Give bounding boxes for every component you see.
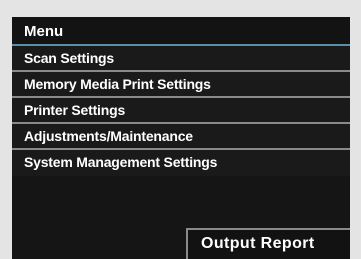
menu-title: Menu: [24, 23, 64, 40]
menu-item-label: Adjustments/Maintenance: [24, 128, 193, 144]
menu-item-adjustments-maintenance[interactable]: Adjustments/Maintenance: [12, 124, 350, 150]
printer-lcd-screen: Menu Scan Settings Memory Media Print Se…: [12, 17, 350, 259]
menu-item-label: Printer Settings: [24, 102, 126, 118]
menu-item-scan-settings[interactable]: Scan Settings: [12, 46, 350, 72]
menu-item-label: Memory Media Print Settings: [24, 76, 211, 92]
menu-item-system-management-settings[interactable]: System Management Settings: [12, 150, 350, 176]
menu-header: Menu: [12, 17, 350, 46]
output-report-button[interactable]: Output Report: [186, 228, 350, 259]
menu-item-label: Scan Settings: [24, 50, 114, 66]
output-report-label: Output Report: [201, 235, 315, 252]
menu-list: Scan Settings Memory Media Print Setting…: [12, 46, 350, 176]
menu-item-printer-settings[interactable]: Printer Settings: [12, 98, 350, 124]
menu-item-memory-media-print-settings[interactable]: Memory Media Print Settings: [12, 72, 350, 98]
menu-item-label: System Management Settings: [24, 154, 218, 170]
